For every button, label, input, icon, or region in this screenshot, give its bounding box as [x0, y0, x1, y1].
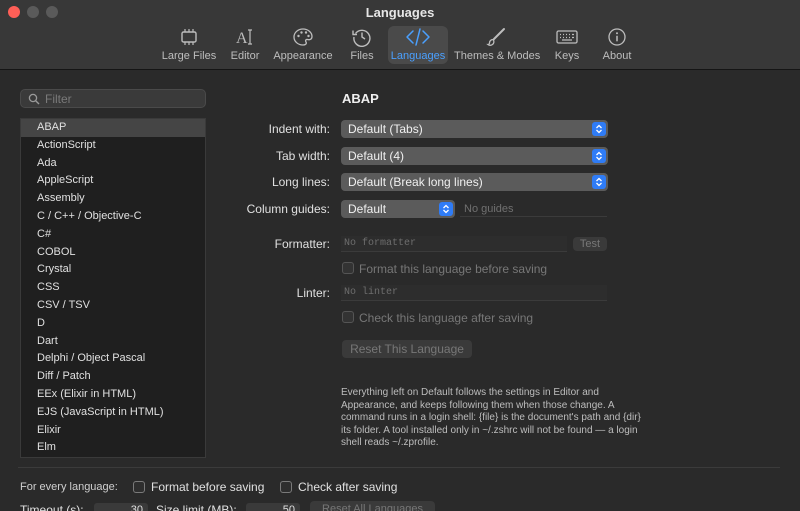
- list-item[interactable]: C#: [21, 226, 205, 244]
- list-item[interactable]: Assembly: [21, 190, 205, 208]
- sizelimit-field[interactable]: 50: [246, 503, 300, 511]
- tab-large-files[interactable]: Large Files: [160, 26, 218, 64]
- list-item[interactable]: AppleScript: [21, 172, 205, 190]
- tab-languages[interactable]: Languages: [388, 26, 448, 64]
- timeout-field[interactable]: 30: [94, 503, 148, 511]
- list-item[interactable]: ActionScript: [21, 137, 205, 155]
- guides-value: Default: [348, 202, 387, 216]
- tab-files[interactable]: Files: [344, 26, 380, 64]
- formatter-label: Formatter:: [274, 237, 330, 251]
- paintbrush-icon: [486, 28, 505, 46]
- language-title: ABAP: [342, 91, 379, 106]
- tab-about[interactable]: About: [598, 26, 636, 64]
- list-item[interactable]: Elixir: [21, 422, 205, 440]
- tab-label: Appearance: [273, 50, 333, 62]
- formatter-input[interactable]: No formatter: [341, 236, 567, 252]
- text-cursor-icon: A: [236, 29, 252, 47]
- tab-keys[interactable]: Keys: [550, 26, 584, 64]
- linter-label: Linter:: [296, 286, 330, 300]
- tab-label: Editor: [230, 50, 260, 62]
- list-item[interactable]: EEx (Elixir in HTML): [21, 386, 205, 404]
- format-before-saving-label: Format before saving: [151, 480, 265, 494]
- list-item[interactable]: CSV / TSV: [21, 297, 205, 315]
- preferences-window: Languages Large Files A Editor Appearanc…: [0, 0, 800, 511]
- sizelimit-label: Size limit (MB):: [156, 503, 237, 511]
- tab-label: Files: [350, 50, 374, 62]
- guides-input-underline: [460, 216, 607, 217]
- help-note: Everything left on Default follows the s…: [341, 387, 641, 449]
- chevron-updown-icon: [592, 149, 606, 163]
- tab-editor[interactable]: A Editor: [226, 26, 264, 64]
- longlines-popup[interactable]: Default (Break long lines): [341, 173, 608, 191]
- title-bar: Languages Large Files A Editor Appearanc…: [0, 0, 800, 70]
- list-item[interactable]: Ada: [21, 155, 205, 173]
- history-icon: [352, 29, 371, 47]
- tab-appearance[interactable]: Appearance: [272, 26, 334, 64]
- chevron-updown-icon: [439, 202, 453, 216]
- tab-label: Keys: [554, 50, 580, 62]
- check-after-saving-label: Check after saving: [298, 480, 398, 494]
- indent-value: Default (Tabs): [348, 122, 423, 136]
- tab-label: Themes & Modes: [454, 50, 541, 62]
- guides-popup[interactable]: Default: [341, 200, 455, 218]
- tabwidth-label: Tab width:: [275, 149, 330, 163]
- chip-icon: [181, 29, 197, 45]
- reset-language-button[interactable]: Reset This Language: [342, 340, 472, 358]
- guides-input[interactable]: No guides: [464, 203, 514, 215]
- test-button[interactable]: Test: [573, 237, 607, 251]
- format-on-save-checkbox[interactable]: [342, 262, 354, 274]
- list-item[interactable]: COBOL: [21, 244, 205, 262]
- filter-field[interactable]: [20, 89, 206, 108]
- check-after-saving-checkbox[interactable]: [280, 481, 292, 493]
- format-on-save-label: Format this language before saving: [359, 262, 548, 276]
- indent-popup[interactable]: Default (Tabs): [341, 120, 608, 138]
- check-on-save-checkbox[interactable]: [342, 311, 354, 323]
- svg-text:A: A: [236, 30, 248, 47]
- longlines-label: Long lines:: [271, 175, 330, 189]
- check-on-save-label: Check this language after saving: [359, 311, 534, 325]
- tab-label: About: [602, 50, 632, 62]
- list-item[interactable]: Elm: [21, 439, 205, 457]
- chevron-updown-icon: [592, 122, 606, 136]
- timeout-label: Timeout (s):: [20, 503, 84, 511]
- list-item[interactable]: Diff / Patch: [21, 368, 205, 386]
- longlines-value: Default (Break long lines): [348, 175, 483, 189]
- list-item[interactable]: D: [21, 315, 205, 333]
- filter-input[interactable]: [45, 91, 195, 106]
- tabwidth-popup[interactable]: Default (4): [341, 147, 608, 165]
- keyboard-icon: [556, 30, 578, 44]
- window-title: Languages: [365, 5, 435, 20]
- every-language-label: For every language:: [20, 481, 118, 493]
- list-item[interactable]: Delphi / Object Pascal: [21, 350, 205, 368]
- tab-themes-modes[interactable]: Themes & Modes: [454, 26, 541, 64]
- reset-all-button[interactable]: Reset All Languages: [310, 501, 435, 511]
- list-item[interactable]: C / C++ / Objective-C: [21, 208, 205, 226]
- language-list[interactable]: ABAP ActionScript Ada AppleScript Assemb…: [20, 118, 206, 458]
- linter-input[interactable]: No linter: [341, 285, 607, 301]
- tab-label: Large Files: [161, 50, 217, 62]
- footer-divider: [18, 467, 780, 468]
- format-before-saving-checkbox[interactable]: [133, 481, 145, 493]
- list-item[interactable]: CSS: [21, 279, 205, 297]
- indent-label: Indent with:: [268, 122, 330, 136]
- chevron-updown-icon: [592, 175, 606, 189]
- tabwidth-value: Default (4): [348, 149, 405, 163]
- palette-icon: [293, 28, 313, 46]
- list-item[interactable]: Crystal: [21, 261, 205, 279]
- tab-label: Languages: [390, 50, 446, 62]
- search-icon: [28, 93, 40, 105]
- list-item[interactable]: Dart: [21, 333, 205, 351]
- list-item[interactable]: ABAP: [21, 119, 205, 137]
- info-icon: [608, 28, 626, 46]
- guides-label: Column guides:: [246, 202, 330, 216]
- list-item[interactable]: EJS (JavaScript in HTML): [21, 404, 205, 422]
- code-icon: [406, 28, 430, 46]
